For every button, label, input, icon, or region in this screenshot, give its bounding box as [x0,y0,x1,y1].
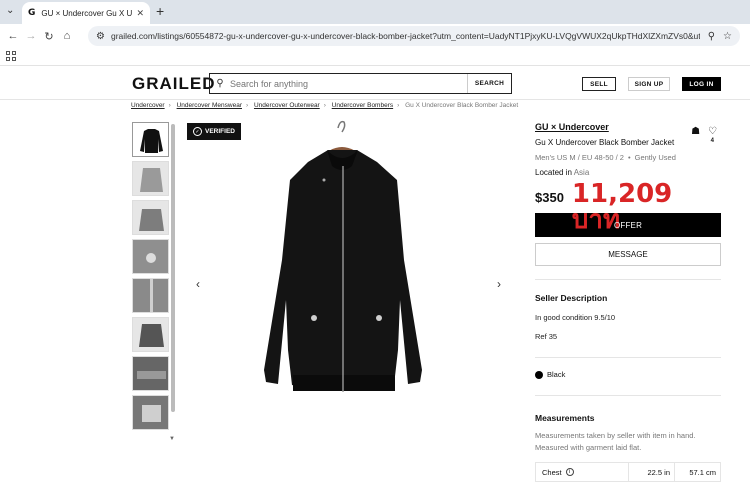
divider [535,395,721,396]
product-title: Gu X Undercover Black Bomber Jacket [535,138,675,147]
tab-title: GU × Undercover Gu X Undercc [41,8,133,18]
url-text: grailed.com/listings/60554872-gu-x-under… [110,31,700,41]
divider [535,357,721,358]
location-label: Located in [535,168,572,177]
search-button[interactable]: SEARCH [467,74,511,93]
thumbnail-4[interactable] [132,239,169,274]
color-row: Black [535,370,721,379]
breadcrumb-separator: › [397,102,400,109]
previous-image-icon[interactable]: ‹ [196,277,200,291]
sign-up-button[interactable]: SIGN UP [628,77,670,91]
description-line-2: Ref 35 [535,332,558,341]
measurements-title: Measurements [535,413,595,423]
next-image-icon[interactable]: › [497,277,501,291]
thumbnail-3[interactable] [132,200,169,235]
log-in-button[interactable]: LOG IN [682,77,721,91]
tab-list-icon[interactable]: ⌄ [6,5,18,19]
breadcrumb-undercover[interactable]: Undercover [131,102,165,109]
thumbnail-7[interactable] [132,356,169,391]
browser-tabbar: ⌄ G GU × Undercover Gu X Undercc ✕ + [0,0,750,24]
condition-text: Gently Used [634,153,676,162]
local-price: 11,209 บาท [571,179,673,235]
reload-icon[interactable]: ↻ [40,30,58,43]
close-tab-icon[interactable]: ✕ [136,8,144,19]
measurement-cm: 57.1 cm [674,463,720,481]
measurement-label: Chest [542,467,562,477]
thumbnail-8[interactable] [132,395,169,430]
likes-count: 4 [710,138,714,144]
message-button[interactable]: MESSAGE [535,243,721,266]
bookmark-icon[interactable]: ☗ [691,126,700,137]
breadcrumb-separator: › [323,102,326,109]
breadcrumb: Undercover › Undercover Menswear › Underco… [131,102,518,109]
search-input[interactable] [230,78,467,89]
address-bar-row: ← → ↻ ⌂ ⚙ grailed.com/listings/60554872-… [0,24,750,48]
search-icon: ⚲ [216,78,224,89]
size-text: Men's US M / EU 48-50 / 2 [535,153,624,162]
apps-grid-icon[interactable] [6,51,16,61]
breadcrumb-current: Gu X Undercover Black Bomber Jacket [405,102,519,109]
thumbnail-list [132,122,169,434]
thumbnail-6[interactable] [132,317,169,352]
breadcrumb-separator: › [245,102,249,109]
bookmarks-bar [0,48,750,66]
measurement-in: 22.5 in [628,463,674,481]
dot-separator: • [627,153,631,162]
sell-button[interactable]: SELL [582,77,616,91]
size-condition: Men's US M / EU 48-50 / 2 • Gently Used [535,153,721,162]
site-info-icon[interactable]: ⚙ [96,31,105,42]
home-icon[interactable]: ⌂ [58,30,76,42]
browser-tab[interactable]: G GU × Undercover Gu X Undercc ✕ [22,2,150,24]
price-row: $350 11,209 บาท [535,181,721,233]
location-value: Asia [573,168,590,177]
grailed-favicon-icon: G [28,8,36,18]
verified-check-icon: ✓ [193,127,202,136]
new-tab-icon[interactable]: + [156,3,164,19]
divider [535,279,721,280]
back-icon[interactable]: ← [4,30,22,42]
info-icon[interactable]: i [565,468,574,476]
measurements-row: Chest i 22.5 in 57.1 cm [535,462,721,482]
product-image[interactable] [212,120,492,420]
location: Located in Asia [535,168,721,177]
verified-badge: ✓ VERIFIED [187,123,241,140]
forward-icon[interactable]: → [22,30,40,42]
thumbnail-1[interactable] [132,122,169,157]
listing-details: GU × Undercover ☗ ♡ 4 Gu X Undercover Bl… [535,122,721,482]
scroll-down-icon[interactable]: ▼ [169,436,175,442]
zoom-icon[interactable]: ⚲ [708,31,715,42]
seller-description-title: Seller Description [535,293,608,303]
breadcrumb-bombers[interactable]: Undercover Bombers [332,102,393,109]
thumbnail-5[interactable] [132,278,169,313]
heart-icon[interactable]: ♡ [708,126,717,137]
breadcrumb-separator: › [168,102,171,109]
color-name: Black [547,370,566,379]
thumbnail-scrollbar[interactable] [171,124,175,412]
bookmark-star-icon[interactable]: ☆ [723,31,732,42]
measurements-note: Measurements taken by seller with item i… [535,431,696,452]
breadcrumb-menswear[interactable]: Undercover Menswear [177,102,242,109]
grailed-logo[interactable]: GRAILED [132,74,216,94]
url-field[interactable]: ⚙ grailed.com/listings/60554872-gu-x-und… [88,26,740,46]
description-line-1: In good condition 9.5/10 [535,313,616,322]
search-bar: ⚲ SEARCH [209,73,512,94]
verified-label: VERIFIED [205,128,235,135]
breadcrumb-outerwear[interactable]: Undercover Outerwear [254,102,320,109]
thumbnail-2[interactable] [132,161,169,196]
site-header: GRAILED ⚲ SEARCH SELL SIGN UP LOG IN [0,66,750,100]
color-swatch [535,370,543,379]
price: $350 [535,190,564,205]
